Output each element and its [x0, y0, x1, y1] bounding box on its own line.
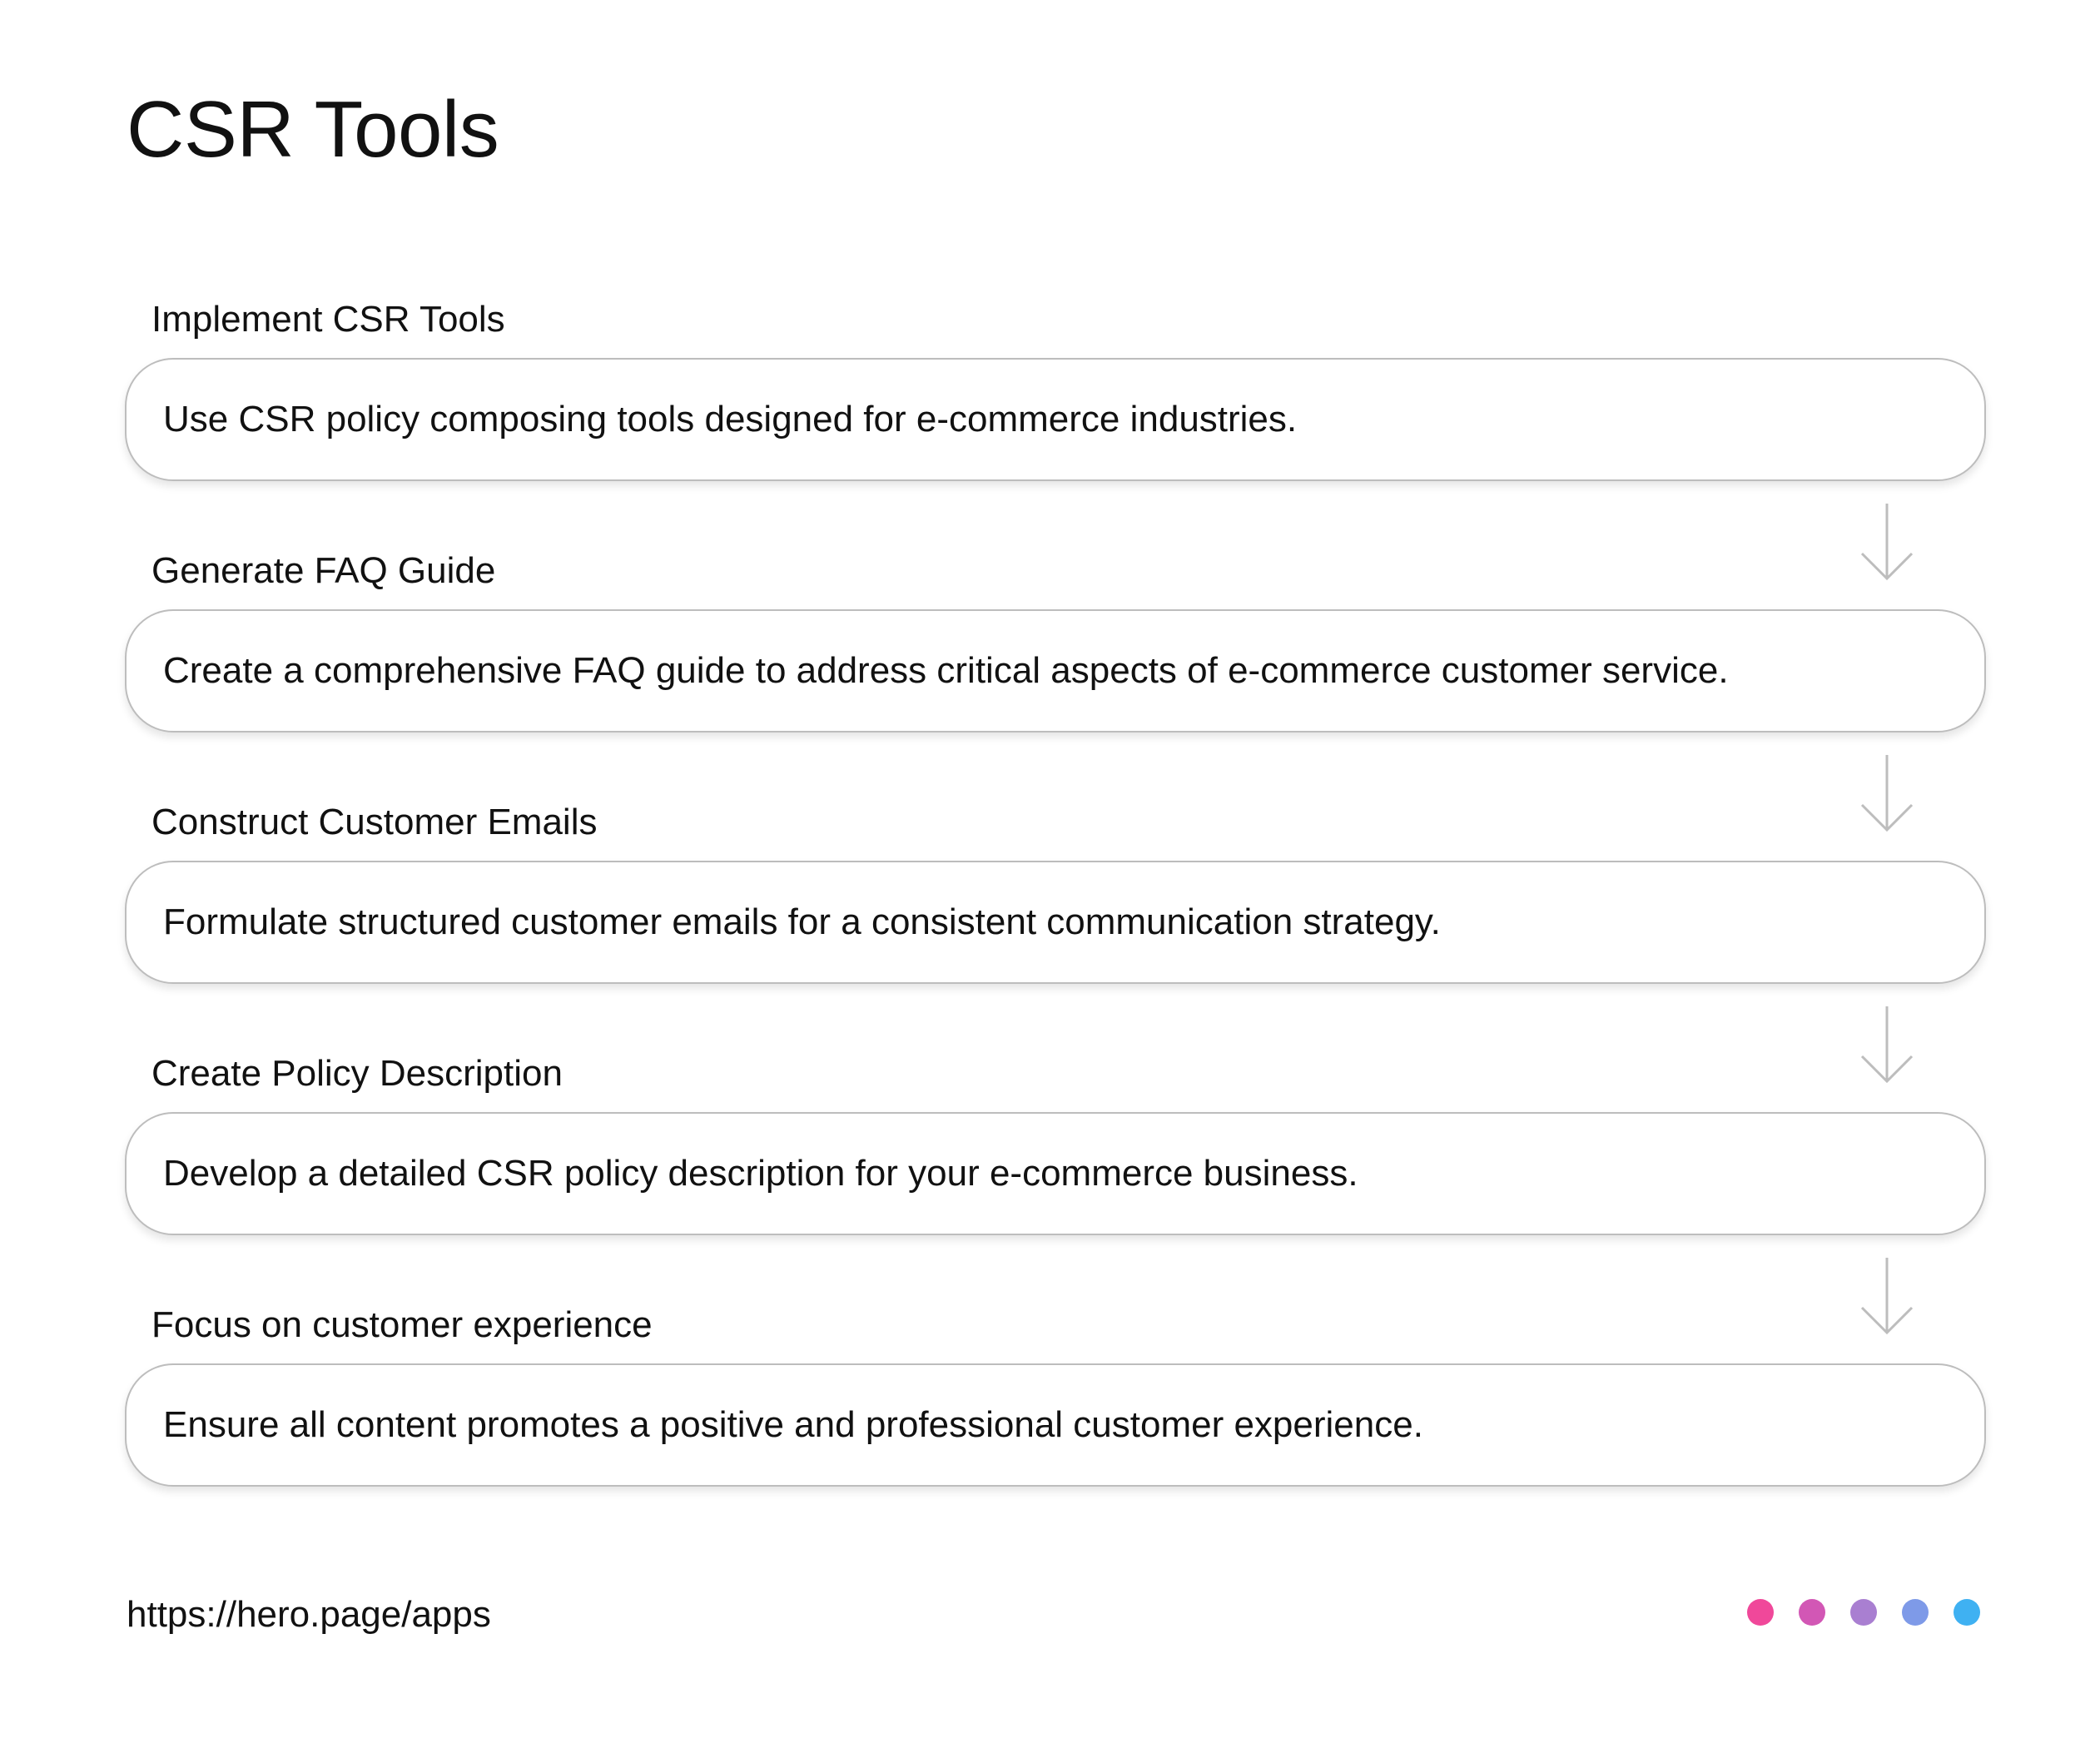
arrow-down-icon: [1860, 1006, 1914, 1084]
arrow-down-icon: [1860, 755, 1914, 832]
footer-url[interactable]: https://hero.page/apps: [127, 1597, 491, 1633]
step-box: Develop a detailed CSR policy descriptio…: [125, 1112, 1986, 1235]
brand-dot: [1747, 1599, 1774, 1626]
step-description: Develop a detailed CSR policy descriptio…: [163, 1153, 1358, 1194]
step-label: Create Policy Description: [151, 1053, 563, 1094]
arrow-down-icon: [1860, 504, 1914, 581]
arrow-down-icon: [1860, 1258, 1914, 1335]
step-label: Generate FAQ Guide: [151, 550, 496, 591]
step-description: Ensure all content promotes a positive a…: [163, 1404, 1423, 1445]
step-box: Ensure all content promotes a positive a…: [125, 1363, 1986, 1487]
brand-dot: [1799, 1599, 1825, 1626]
step-label: Implement CSR Tools: [151, 299, 505, 340]
brand-dots: [1747, 1599, 1980, 1626]
flow-diagram: Implement CSR Tools Use CSR policy compo…: [0, 0, 2100, 1748]
step-description: Create a comprehensive FAQ guide to addr…: [163, 650, 1729, 691]
step-box: Create a comprehensive FAQ guide to addr…: [125, 609, 1986, 732]
brand-dot: [1850, 1599, 1877, 1626]
step-label: Construct Customer Emails: [151, 802, 598, 842]
brand-dot: [1902, 1599, 1929, 1626]
brand-dot: [1954, 1599, 1980, 1626]
step-description: Formulate structured customer emails for…: [163, 901, 1441, 942]
step-label: Focus on customer experience: [151, 1304, 653, 1345]
step-description: Use CSR policy composing tools designed …: [163, 399, 1298, 439]
step-box: Formulate structured customer emails for…: [125, 861, 1986, 984]
step-box: Use CSR policy composing tools designed …: [125, 358, 1986, 481]
